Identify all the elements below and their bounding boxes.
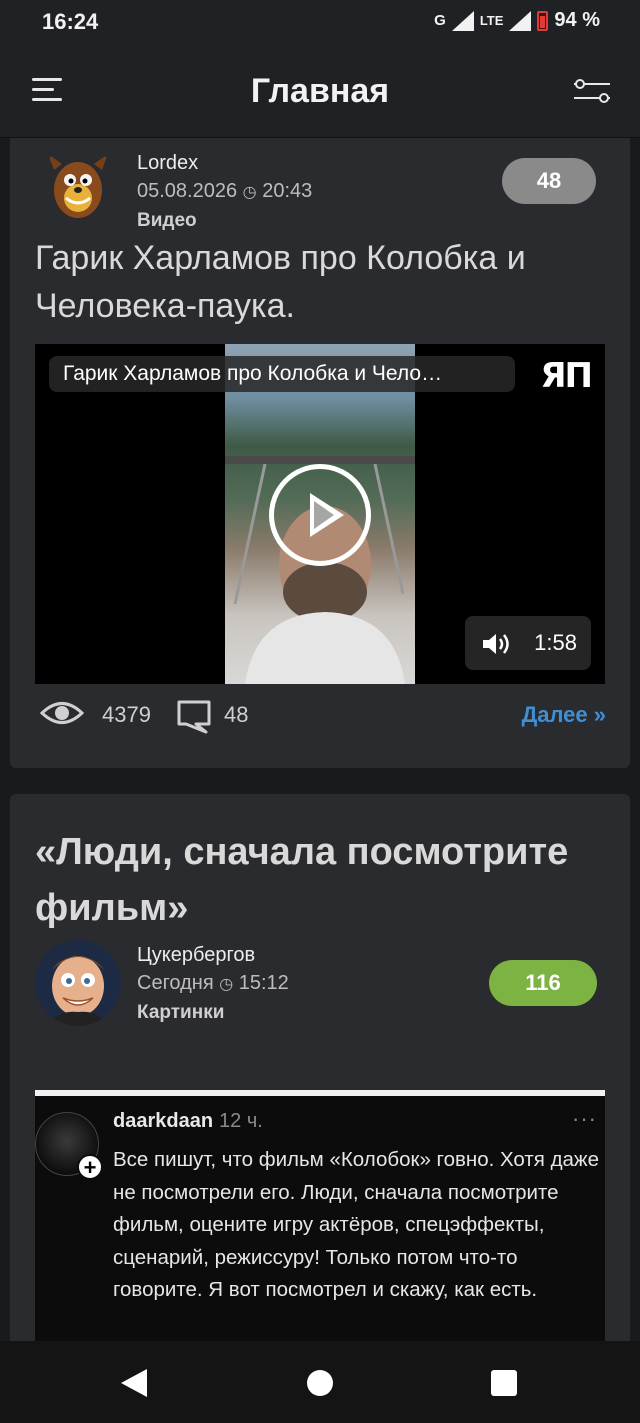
author-avatar[interactable] xyxy=(35,940,121,1026)
comment-icon[interactable] xyxy=(176,698,212,734)
site-logo: ЯП xyxy=(540,356,593,396)
filter-settings-icon[interactable] xyxy=(572,78,612,104)
status-icons: G LTE 94 % xyxy=(434,9,600,32)
rating-badge[interactable]: 116 xyxy=(489,960,597,1006)
comment-username: daarkdaan xyxy=(113,1110,214,1132)
recent-apps-icon[interactable] xyxy=(491,1370,517,1396)
post-author[interactable]: Цукербергов xyxy=(137,944,255,967)
signal-icon-2 xyxy=(509,10,532,31)
network-type: G xyxy=(434,12,446,29)
video-player[interactable]: Гарик Харламов про Колобка и Чело… ЯП 1:… xyxy=(35,344,605,684)
view-count: 4379 xyxy=(102,702,151,727)
system-nav-bar xyxy=(0,1341,640,1423)
home-icon[interactable] xyxy=(307,1370,333,1396)
post-card: «Люди, сначала посмотрите фильм» Цукербе… xyxy=(10,794,630,1341)
post-time: 15:12 xyxy=(238,972,289,994)
post-date: Сегодня xyxy=(137,972,214,994)
battery-level: 94 % xyxy=(554,9,600,31)
plus-icon: + xyxy=(77,1154,103,1180)
app-header: Главная xyxy=(0,44,640,138)
status-time: 16:24 xyxy=(42,9,99,34)
post-category[interactable]: Видео xyxy=(137,210,197,232)
eye-icon xyxy=(40,702,84,724)
comment-count[interactable]: 48 xyxy=(224,702,248,728)
post-time: 20:43 xyxy=(262,180,313,202)
post-datetime: 05.08.2026 ◷ 20:43 xyxy=(137,180,312,203)
comment-time: 12 ч. xyxy=(219,1110,263,1132)
post-datetime: Сегодня ◷ 15:12 xyxy=(137,972,289,995)
post-title[interactable]: «Люди, сначала посмотрите фильм» xyxy=(35,824,625,936)
comment-text: Все пишут, что фильм «Колобок» говно. Хо… xyxy=(113,1148,600,1301)
page-title: Главная xyxy=(250,72,390,110)
post-category[interactable]: Картинки xyxy=(137,1002,224,1024)
play-icon[interactable] xyxy=(269,464,371,566)
author-avatar[interactable] xyxy=(38,146,118,226)
back-icon[interactable] xyxy=(121,1369,147,1397)
read-more-link[interactable]: Далее » xyxy=(522,702,606,728)
video-title[interactable]: Гарик Харламов про Колобка и Чело… xyxy=(49,356,515,392)
post-author[interactable]: Lordex xyxy=(137,152,198,175)
clock-icon: ◷ xyxy=(242,184,257,201)
lte-label: LTE xyxy=(479,13,504,28)
post-stats: 4379 48 Далее » xyxy=(40,696,610,736)
more-dots-icon: ··· xyxy=(572,1106,597,1131)
post-card: Lordex 05.08.2026 ◷ 20:43 Видео 48 Гарик… xyxy=(10,138,630,768)
speaker-icon[interactable] xyxy=(481,632,513,656)
battery-icon xyxy=(537,10,549,31)
post-feed: Lordex 05.08.2026 ◷ 20:43 Видео 48 Гарик… xyxy=(0,138,640,1341)
signal-icon xyxy=(451,10,474,31)
comment-author: daarkdaan 12 ч. xyxy=(113,1110,263,1133)
post-title[interactable]: Гарик Харламов про Колобка и Человека-па… xyxy=(35,234,615,330)
post-image[interactable]: + daarkdaan 12 ч. ··· Все пишут, что филь… xyxy=(35,1090,605,1341)
video-duration: 1:58 xyxy=(534,630,577,655)
video-duration-pill[interactable]: 1:58 xyxy=(465,616,591,670)
status-bar: 16:24 G LTE 94 % xyxy=(0,0,640,44)
rating-badge[interactable]: 48 xyxy=(502,158,596,204)
post-date: 05.08.2026 xyxy=(137,180,238,202)
clock-icon: ◷ xyxy=(219,976,234,993)
